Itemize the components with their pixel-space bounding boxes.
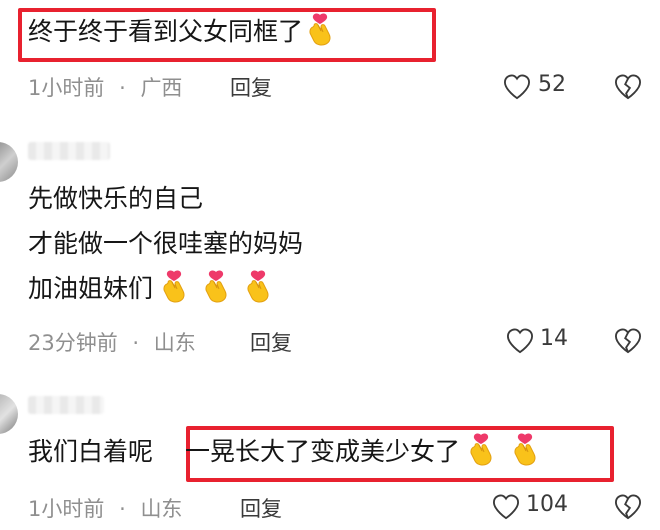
avatar[interactable] <box>0 142 18 182</box>
comment-2-line-3-row: 加油姐妹们 <box>28 273 273 305</box>
comment-2-line-3: 加油姐妹们 <box>28 274 154 303</box>
comment-2-line-2: 才能做一个很哇塞的妈妈 <box>28 229 304 258</box>
comment-2-location: 山东 <box>153 331 196 355</box>
heart-outline-icon[interactable] <box>506 328 534 354</box>
comment-3-text-highlight: 一晃长大了变成美少女了 <box>184 437 460 466</box>
comment-2-reply-button[interactable]: 回复 <box>250 327 292 357</box>
comment-3-location: 山东 <box>140 497 183 521</box>
username-blurred[interactable] <box>28 396 104 414</box>
comment-1-text: 终于终于看到父女同框了 <box>28 17 304 46</box>
meta-separator: · <box>132 331 140 355</box>
comment-3-reply-button[interactable]: 回复 <box>240 493 282 523</box>
comment-1-reply-button[interactable]: 回复 <box>230 72 272 102</box>
finger-heart-emoji-icon <box>305 13 335 47</box>
comment-2-time: 23分钟前 <box>28 331 118 355</box>
comment-1-like-count: 52 <box>538 72 566 97</box>
comment-2-meta: 23分钟前 · 山东 <box>28 327 196 357</box>
comment-3-text-prefix: 我们白着呢 <box>28 437 154 466</box>
meta-separator: · <box>119 76 126 100</box>
comment-3-like-count: 104 <box>526 492 568 517</box>
meta-separator: · <box>119 497 126 521</box>
finger-heart-emoji-icon <box>201 270 231 304</box>
broken-heart-icon[interactable] <box>614 74 642 100</box>
comment-3-time: 1小时前 <box>28 497 105 521</box>
username-blurred[interactable] <box>28 142 110 160</box>
comment-3-text-row: 我们白着呢 一晃长大了变成美少女了 <box>28 436 540 468</box>
comment-2-like-count: 14 <box>540 326 568 351</box>
finger-heart-emoji-icon <box>510 433 540 467</box>
comment-3-meta: 1小时前 · 山东 <box>28 493 182 523</box>
heart-outline-icon[interactable] <box>492 494 520 520</box>
finger-heart-emoji-icon <box>243 270 273 304</box>
avatar[interactable] <box>0 394 18 434</box>
comment-1-meta: 1小时前 · 广西 <box>28 72 182 102</box>
comment-1-text-row: 终于终于看到父女同框了 <box>28 16 335 48</box>
heart-outline-icon[interactable] <box>503 74 531 100</box>
broken-heart-icon[interactable] <box>614 494 642 520</box>
finger-heart-emoji-icon <box>466 433 496 467</box>
comment-1-time: 1小时前 <box>28 76 105 100</box>
broken-heart-icon[interactable] <box>614 328 642 354</box>
finger-heart-emoji-icon <box>159 270 189 304</box>
comment-2-line-1: 先做快乐的自己 <box>28 184 204 213</box>
comment-1-location: 广西 <box>140 76 183 100</box>
